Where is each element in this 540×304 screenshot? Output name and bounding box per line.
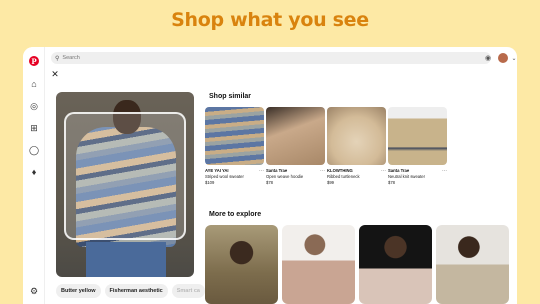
- more-to-explore-title: More to explore: [209, 211, 262, 218]
- chat-icon[interactable]: ◯: [28, 144, 40, 156]
- gear-icon[interactable]: ⚙: [28, 285, 40, 297]
- product-image[interactable]: [388, 107, 447, 165]
- product-name: Neutral knit sweater: [388, 174, 426, 179]
- bell-icon[interactable]: ♦: [28, 166, 40, 178]
- product-brand: Santa Trae: [388, 168, 410, 173]
- notifications-icon[interactable]: ◉: [483, 53, 493, 63]
- product-image[interactable]: [205, 107, 264, 165]
- product-card[interactable]: Santa Trae ⋯ Neutral knit sweater $78: [388, 107, 447, 185]
- more-icon[interactable]: ⋯: [320, 168, 325, 173]
- avatar[interactable]: [498, 53, 508, 63]
- headline: Shop what you see: [171, 9, 369, 31]
- product-card[interactable]: KLOWTHING ⋯ Ribbed turtleneck $99: [327, 107, 386, 185]
- product-price: $99: [327, 180, 334, 185]
- more-icon[interactable]: ⋯: [442, 168, 447, 173]
- shop-similar-title: Shop similar: [209, 93, 252, 100]
- pinterest-logo[interactable]: P: [29, 56, 39, 66]
- jeans-shape: [86, 242, 166, 277]
- app-window: P ⌂ ◎ ⊞ ◯ ♦ ⚙ ⚲ Search ◉ ⌄ ✕ Butter yell…: [23, 47, 517, 304]
- product-brand: AYE YAI YAI: [205, 168, 229, 173]
- explore-pin[interactable]: [359, 225, 432, 304]
- more-icon[interactable]: ⋯: [381, 168, 386, 173]
- product-brand: Santa Trae: [266, 168, 288, 173]
- product-image[interactable]: [327, 107, 386, 165]
- search-placeholder: Search: [62, 55, 80, 61]
- more-icon[interactable]: ⋯: [259, 168, 264, 173]
- product-name: Open weave hoodie: [266, 174, 304, 179]
- topbar: ⚲ Search ◉ ⌄: [51, 52, 517, 64]
- compass-icon[interactable]: ◎: [28, 100, 40, 112]
- product-name: Striped wool sweater: [205, 174, 244, 179]
- chip-smart-casual[interactable]: Smart ca: [171, 284, 205, 298]
- search-input[interactable]: ⚲ Search: [51, 52, 491, 64]
- main-pin-image: [56, 92, 194, 277]
- product-image[interactable]: [266, 107, 325, 165]
- chevron-down-icon[interactable]: ⌄: [509, 53, 517, 63]
- product-card[interactable]: AYE YAI YAI ⋯ Striped wool sweater $109: [205, 107, 264, 185]
- close-icon[interactable]: ✕: [50, 69, 60, 79]
- product-brand: KLOWTHING: [327, 168, 353, 173]
- chip-fisherman-aesthetic[interactable]: Fisherman aesthetic: [104, 284, 168, 298]
- explore-pin[interactable]: [436, 225, 509, 304]
- shop-similar-row: AYE YAI YAI ⋯ Striped wool sweater $109 …: [205, 107, 447, 185]
- visual-search-crop[interactable]: [64, 112, 186, 240]
- plus-square-icon[interactable]: ⊞: [28, 122, 40, 134]
- product-price: $78: [388, 180, 395, 185]
- product-name: Ribbed turtleneck: [327, 174, 360, 179]
- home-icon[interactable]: ⌂: [28, 78, 40, 90]
- chip-row: Butter yellow Fisherman aesthetic Smart …: [56, 284, 205, 298]
- chip-butter-yellow[interactable]: Butter yellow: [56, 284, 101, 298]
- search-icon: ⚲: [55, 55, 60, 62]
- explore-pin[interactable]: [282, 225, 355, 304]
- product-card[interactable]: Santa Trae ⋯ Open weave hoodie $78: [266, 107, 325, 185]
- sidebar: P ⌂ ◎ ⊞ ◯ ♦ ⚙: [23, 47, 45, 304]
- product-price: $109: [205, 180, 215, 185]
- explore-row: [205, 225, 509, 304]
- explore-pin[interactable]: [205, 225, 278, 304]
- product-price: $78: [266, 180, 273, 185]
